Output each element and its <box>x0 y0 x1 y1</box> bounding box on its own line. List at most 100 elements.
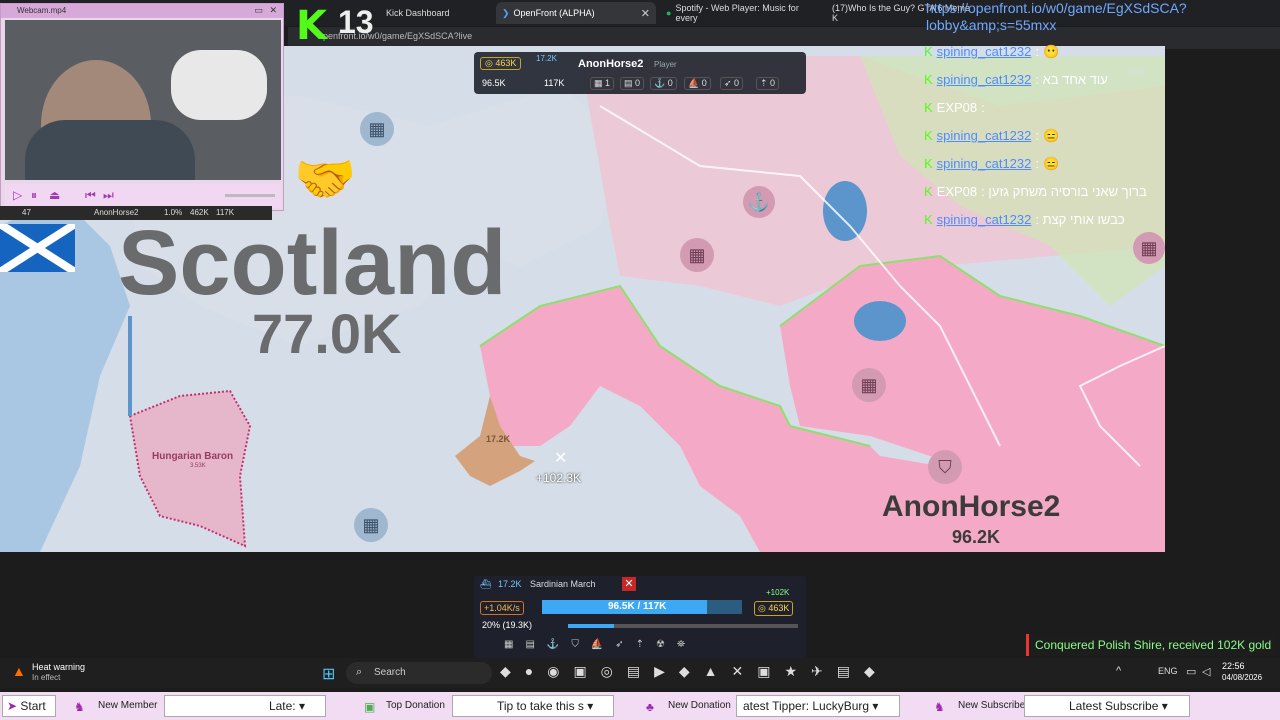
troops-top: 17.2K <box>536 54 557 63</box>
hungarian-baron-troops: 3.53K <box>190 463 206 469</box>
gold-value: 463K <box>495 58 517 68</box>
gold-badge: ◎ 463K <box>754 601 794 616</box>
alliance-handshake-icon: 🤝 <box>294 151 357 207</box>
kick-badge-icon: K <box>924 156 933 171</box>
stop-icon[interactable]: ⏏ <box>49 188 60 202</box>
defense-shield-icon[interactable]: ⛉ <box>928 450 962 484</box>
rank: 47 <box>22 208 31 217</box>
kick-badge-icon: K <box>924 44 933 59</box>
tab-kick-dashboard[interactable]: Kick Dashboard <box>380 2 500 24</box>
next-icon[interactable]: ⏭ <box>103 188 114 203</box>
chat-message: Kspining_cat1232: 😶 <box>924 40 1168 64</box>
network-icon[interactable]: ▭ <box>1186 665 1196 678</box>
warning-icon: ▲ <box>12 663 26 679</box>
windows-taskbar: ▲ Heat warning In effect ⊞ ⌕ Search ◆●◉▣… <box>0 658 1280 688</box>
warships-count: ⛵ 0 <box>684 77 711 90</box>
cities-count: ▦ 1 <box>590 77 615 90</box>
build-bar[interactable]: ▦▤⚓⛉⛵➶⇡☢⛯ <box>504 639 794 653</box>
webcam-title: Webcam.mp4 <box>1 4 283 18</box>
scotland-troops: 77.0K <box>252 302 402 365</box>
streamer-shirt <box>25 120 195 180</box>
close-icon[interactable]: ✕ <box>641 7 650 20</box>
hungarian-baron-name: Hungarian Baron <box>152 451 234 462</box>
gold-gain: +102K <box>766 588 790 597</box>
attack-ratio-fill <box>568 624 614 628</box>
city-icon[interactable]: ▦ <box>680 238 714 272</box>
kick-badge-icon: K <box>924 212 933 227</box>
kick-badge-icon: K <box>924 100 933 115</box>
minimize-icon[interactable]: ▭ <box>254 5 263 16</box>
max-population: 117K <box>544 78 565 88</box>
ship-icon: ⛴ <box>480 579 492 589</box>
clock-time[interactable]: 22:56 <box>1222 661 1245 671</box>
clock-date[interactable]: 04/08/2026 <box>1222 673 1262 682</box>
emote-icon: 😑 <box>1043 128 1060 143</box>
previous-icon[interactable]: ⏮ <box>85 188 96 203</box>
percent: 1.0% <box>164 208 183 217</box>
emote-icon: 😶 <box>1043 44 1060 59</box>
pause-icon[interactable]: ⏸ <box>31 188 37 203</box>
gold-badge: ◎ 463K <box>480 57 522 70</box>
chat-message: K EXP08: ברוך שאני בורסיה משחק גזען <box>924 180 1168 204</box>
kick-logo: K <box>296 3 327 49</box>
latest-tipper-box: atest Tipper: LuckyBurg ▾ <box>736 695 900 717</box>
volume-icon[interactable]: ◁ <box>1202 665 1210 678</box>
player-name: AnonHorse2 <box>94 208 139 217</box>
subscriber-icon: ♞ <box>934 700 945 714</box>
chat-message: Kspining_cat1232: כבשו אותי קצת <box>924 208 1168 232</box>
scotland-flag <box>0 224 75 272</box>
start-button[interactable]: ➤ Start <box>2 695 56 717</box>
volume-slider[interactable] <box>225 194 275 197</box>
chat-message: Kspining_cat1232: 😑 <box>924 124 1168 148</box>
new-donation-label: New Donation <box>668 700 731 711</box>
donation-icon: ♣ <box>646 700 654 714</box>
tab-label: Kick Dashboard <box>386 8 450 18</box>
tab-label: OpenFront (ALPHA) <box>513 8 595 18</box>
webcam-window[interactable]: Webcam.mp4 ▭ ✕ ▷ ⏸ ⏏ ⏮ ⏭ <box>0 3 284 211</box>
chat-timer: 03:25 <box>1126 68 1147 77</box>
windows-start-icon[interactable]: ⊞ <box>322 664 335 684</box>
language-indicator[interactable]: ENG <box>1158 666 1178 676</box>
webcam-controls: ▷ ⏸ ⏏ ⏮ ⏭ <box>5 184 281 208</box>
city-icon[interactable]: ▦ <box>360 112 394 146</box>
player-name-label: AnonHorse2 <box>882 490 1061 523</box>
search-label: Search <box>374 667 406 678</box>
play-icon[interactable]: ▷ <box>13 188 22 202</box>
attack-gain: +102.3K <box>536 471 582 485</box>
troop-rate: +1.04K/s <box>480 601 524 615</box>
attack-ratio-slider[interactable] <box>568 624 798 628</box>
new-subscriber-label: New Subscriber <box>958 700 1029 711</box>
close-icon[interactable]: ✕ <box>269 5 277 16</box>
taskbar-apps[interactable]: ◆●◉▣◎▤▶◆▲✕▣★✈▤◆ <box>500 663 889 680</box>
chat-message: Kspining_cat1232: 😑 <box>924 152 1168 176</box>
kick-viewer-count: 13 <box>338 4 374 40</box>
leaderboard-row[interactable]: 47 AnonHorse2 1.0% 462K 117K <box>0 206 272 220</box>
latest-member-box: Late: ▾ <box>164 695 326 717</box>
population: 96.5K <box>482 78 506 88</box>
city-icon[interactable]: ▦ <box>354 508 388 542</box>
port-anchor-icon[interactable]: ⚓ <box>743 186 775 218</box>
webcam-video <box>5 20 281 180</box>
chat-url: https://openfront.io/w0/game/EgXSdSCA? l… <box>926 0 1187 33</box>
search-icon: ⌕ <box>356 666 363 678</box>
spotify-icon: ● <box>666 8 672 18</box>
troops: 117K <box>216 208 235 217</box>
player-name: AnonHorse2 <box>578 58 644 70</box>
cancel-attack-button[interactable]: ✕ <box>622 577 636 591</box>
city-icon[interactable]: ▦ <box>1133 232 1165 264</box>
tab-label: Spotify - Web Player: Music for every <box>675 3 799 23</box>
stream-alert-bar: ➤ Start ♞ New Member Late: ▾ ▣ Top Donat… <box>0 692 1280 720</box>
tab-openfront[interactable]: ❯ OpenFront (ALPHA) ✕ <box>496 2 656 24</box>
chair-back <box>171 50 267 120</box>
troops-bar: 96.5K / 117K <box>542 600 742 614</box>
taskbar-search[interactable]: ⌕ Search <box>346 662 492 684</box>
tab-spotify[interactable]: ● Spotify - Web Player: Music for every <box>660 2 820 24</box>
tray-chevron-icon[interactable]: ^ <box>1116 665 1121 677</box>
sardinian-troops: 17.2K <box>486 434 511 444</box>
kick-badge-icon: K <box>924 184 933 199</box>
weather-title[interactable]: Heat warning <box>32 662 85 672</box>
city-icon[interactable]: ▦ <box>852 368 886 402</box>
donation-icon: ▣ <box>364 700 376 714</box>
player-info-panel: ◎ 463K 17.2K AnonHorse2 Player 96.5K 117… <box>474 52 806 94</box>
weather-subtitle: In effect <box>32 673 61 682</box>
